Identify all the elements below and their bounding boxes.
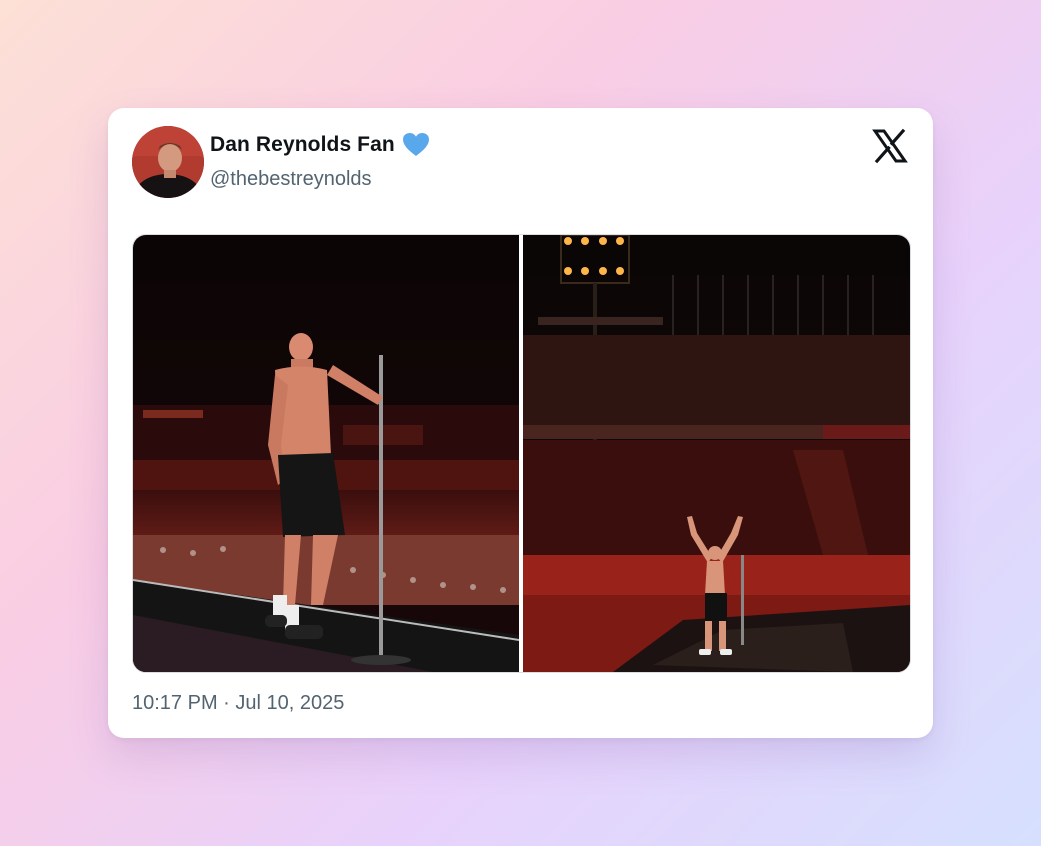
- blue-heart-icon: [402, 132, 430, 158]
- author-avatar[interactable]: [132, 126, 204, 198]
- author-name[interactable]: Dan Reynolds Fan: [210, 133, 395, 157]
- tweet-card: Dan Reynolds Fan @thebestreynolds 10:17 …: [108, 108, 933, 738]
- tweet-timestamp[interactable]: 10:17 PM · Jul 10, 2025: [132, 692, 344, 715]
- author-name-row: Dan Reynolds Fan: [210, 132, 430, 158]
- concert-photo-right[interactable]: [523, 235, 910, 672]
- author-handle[interactable]: @thebestreynolds: [210, 168, 372, 191]
- avatar-image: [132, 126, 204, 198]
- x-logo-icon[interactable]: [872, 128, 908, 164]
- media-gallery: [132, 234, 911, 673]
- concert-photo-left[interactable]: [133, 235, 519, 672]
